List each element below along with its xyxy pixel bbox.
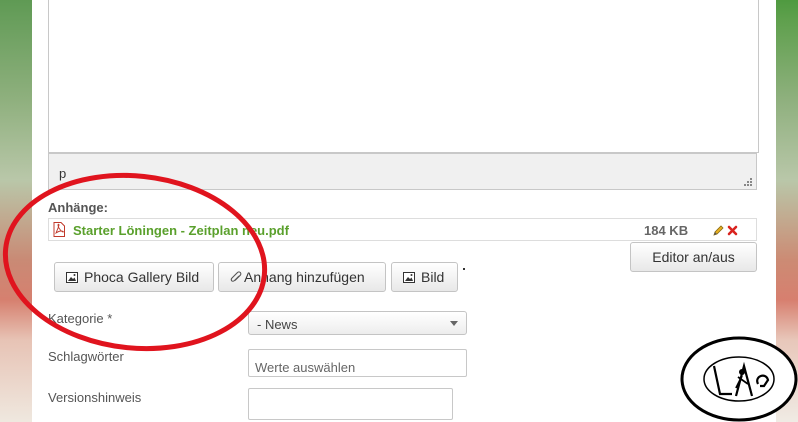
version-note-label: Versionshinweis (48, 390, 142, 405)
separator-dot (463, 268, 465, 270)
tags-input[interactable]: Werte auswählen (248, 349, 467, 377)
chevron-down-icon (450, 321, 458, 326)
category-select[interactable]: - News (248, 311, 467, 335)
image-icon (403, 271, 415, 283)
editor-toggle-button[interactable]: Editor an/aus (630, 242, 757, 272)
insert-image-label: Bild (421, 269, 445, 285)
tags-placeholder: Werte auswählen (255, 360, 356, 375)
editor-text-area[interactable] (48, 0, 759, 153)
editor-toggle-label: Editor an/aus (652, 249, 735, 265)
club-logo (680, 336, 798, 422)
resize-grip-icon[interactable] (744, 178, 752, 186)
red-annotation-circle (2, 172, 268, 352)
delete-icon[interactable] (727, 224, 738, 236)
attachment-size: 184 KB (644, 223, 689, 238)
version-note-input[interactable] (248, 388, 453, 420)
insert-image-button[interactable]: Bild (391, 262, 458, 292)
pencil-icon[interactable] (713, 224, 724, 236)
